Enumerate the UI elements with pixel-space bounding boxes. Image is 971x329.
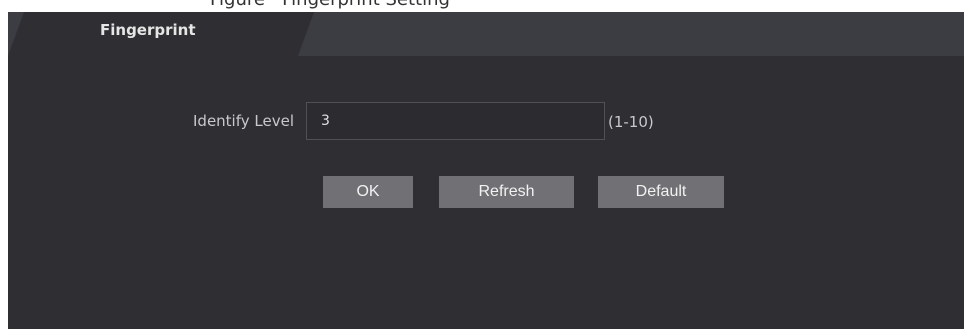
- tab-bar: Fingerprint: [8, 12, 964, 56]
- top-margin: Figure · Fingerprint Setting: [0, 0, 971, 12]
- tab-fingerprint-label: Fingerprint: [100, 21, 196, 39]
- default-button[interactable]: Default: [598, 176, 724, 208]
- identify-level-range-hint: (1-10): [608, 113, 654, 131]
- fingerprint-settings-panel: Fingerprint Identify Level (1-10) OK Ref…: [8, 12, 964, 329]
- clipped-heading-text: Figure · Fingerprint Setting: [210, 0, 450, 10]
- identify-level-label: Identify Level: [193, 112, 294, 130]
- tab-fingerprint[interactable]: Fingerprint: [8, 12, 314, 56]
- ok-button[interactable]: OK: [323, 176, 413, 208]
- identify-level-input[interactable]: [306, 102, 605, 140]
- refresh-button[interactable]: Refresh: [439, 176, 574, 208]
